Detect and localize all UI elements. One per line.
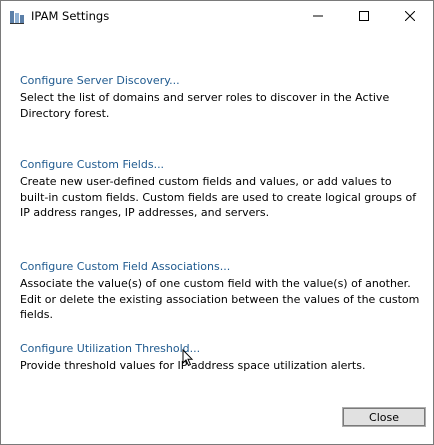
section-server-discovery: Configure Server Discovery... Select the…	[20, 73, 420, 121]
section-utilization-threshold: Configure Utilization Threshold... Provi…	[20, 341, 420, 374]
configure-utilization-threshold-link[interactable]: Configure Utilization Threshold...	[20, 341, 420, 356]
title-bar[interactable]: IPAM Settings	[1, 1, 433, 31]
configure-custom-field-associations-link[interactable]: Configure Custom Field Associations...	[20, 259, 420, 274]
maximize-button[interactable]	[341, 1, 387, 31]
close-icon	[405, 11, 415, 21]
minimize-icon	[313, 15, 323, 17]
minimize-button[interactable]	[295, 1, 341, 31]
server-discovery-description: Select the list of domains and server ro…	[20, 91, 390, 120]
section-custom-fields: Configure Custom Fields... Create new us…	[20, 157, 420, 221]
maximize-icon	[359, 11, 369, 21]
section-custom-field-associations: Configure Custom Field Associations... A…	[20, 259, 420, 323]
close-button[interactable]: Close	[342, 407, 426, 427]
configure-custom-fields-link[interactable]: Configure Custom Fields...	[20, 157, 420, 172]
close-window-button[interactable]	[387, 1, 433, 31]
utilization-threshold-description: Provide threshold values for IP address …	[20, 359, 366, 372]
ipam-settings-dialog: IPAM Settings Configure Server Discovery…	[0, 0, 434, 445]
custom-field-associations-description: Associate the value(s) of one custom fie…	[20, 277, 420, 321]
configure-server-discovery-link[interactable]: Configure Server Discovery...	[20, 73, 420, 88]
custom-fields-description: Create new user-defined custom fields an…	[20, 175, 417, 219]
mouse-cursor-icon	[182, 349, 194, 367]
ipam-app-icon	[9, 9, 25, 25]
window-title: IPAM Settings	[31, 9, 110, 23]
